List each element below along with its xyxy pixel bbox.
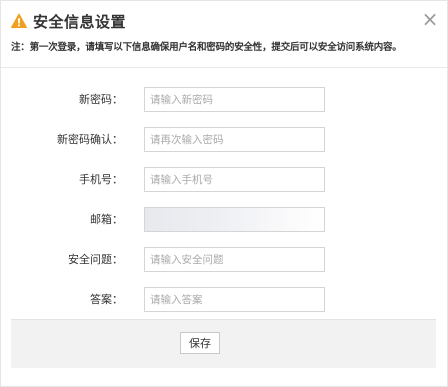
dialog-footer: 保存: [11, 319, 436, 368]
confirm-password-label: 新密码确认：: [57, 133, 123, 146]
save-button[interactable]: 保存: [180, 332, 220, 354]
answer-input[interactable]: [144, 287, 325, 312]
dialog-header: 安全信息设置 注：第一次登录，请填写以下信息确保用户名和密码的安全性，提交后可以…: [1, 1, 447, 68]
email-label: 邮箱：: [90, 213, 123, 226]
dialog-note: 注：第一次登录，请填写以下信息确保用户名和密码的安全性，提交后可以安全访问系统内…: [11, 42, 402, 53]
form-row-security-question: 安全问题：: [1, 247, 447, 273]
dialog-title: 安全信息设置: [33, 13, 127, 31]
security-question-label: 安全问题：: [68, 253, 123, 266]
email-input[interactable]: [144, 207, 325, 232]
form-row-email: 邮箱：: [1, 207, 447, 233]
form-row-phone: 手机号：: [1, 167, 447, 193]
close-icon[interactable]: ×: [421, 9, 439, 29]
confirm-password-input[interactable]: [144, 127, 325, 152]
warning-triangle-icon: [11, 13, 27, 28]
new-password-input[interactable]: [144, 87, 325, 112]
form-row-new-password: 新密码：: [1, 87, 447, 113]
new-password-label: 新密码：: [79, 93, 123, 106]
phone-input[interactable]: [144, 167, 325, 192]
security-settings-dialog: 安全信息设置 注：第一次登录，请填写以下信息确保用户名和密码的安全性，提交后可以…: [0, 0, 448, 387]
answer-label: 答案：: [90, 293, 123, 306]
form-row-answer: 答案：: [1, 287, 447, 313]
security-question-input[interactable]: [144, 247, 325, 272]
phone-label: 手机号：: [79, 173, 123, 186]
form-row-confirm-password: 新密码确认：: [1, 127, 447, 153]
